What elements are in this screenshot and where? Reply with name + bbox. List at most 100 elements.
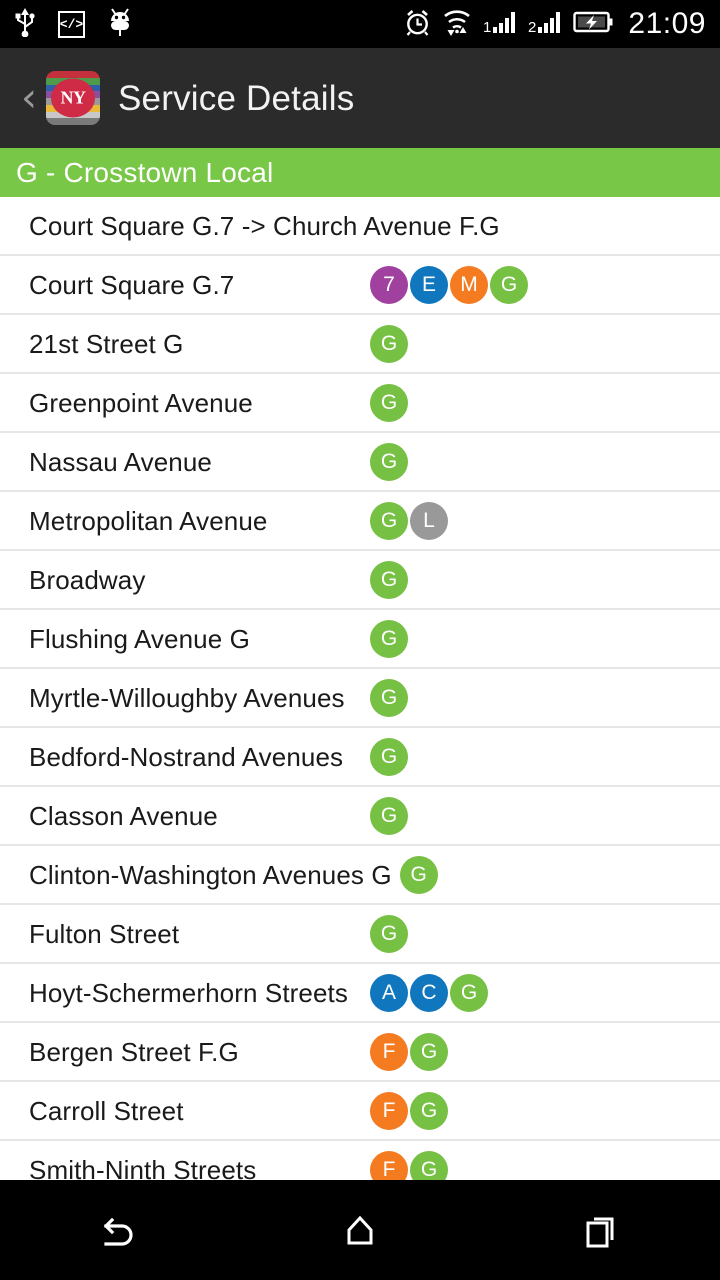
line-bullet-group: G: [370, 914, 408, 953]
line-bullet-g: G: [410, 1091, 448, 1130]
line-bullets: FG: [370, 1023, 448, 1080]
status-bar: </> 1 2 21:09: [0, 0, 720, 48]
line-bullet-e: E: [410, 265, 448, 304]
station-row[interactable]: 21st Street G G: [0, 315, 720, 374]
station-list[interactable]: Court Square G.7 -> Church Avenue F.G Co…: [0, 197, 720, 1200]
route-header: G - Crosstown Local: [0, 148, 720, 197]
station-name: Clinton-Washington Avenues G: [29, 859, 392, 890]
station-name: Smith-Ninth Streets: [29, 1154, 257, 1185]
line-bullet-c: C: [410, 973, 448, 1012]
station-row[interactable]: Carroll Street F G: [0, 1082, 720, 1141]
station-name: Nassau Avenue: [29, 446, 212, 477]
direction-row: Court Square G.7 -> Church Avenue F.G: [0, 197, 720, 256]
line-bullets: G: [399, 846, 438, 903]
app-logo[interactable]: NY: [46, 71, 100, 125]
station-name: Myrtle-Willoughby Avenues: [29, 682, 345, 713]
line-bullet-f: F: [370, 1091, 408, 1130]
station-name: Bergen Street F.G: [29, 1036, 239, 1067]
action-bar: ‹ NY Service Details: [0, 48, 720, 148]
home-icon: [347, 1215, 373, 1245]
line-bullets: 7EMG: [370, 256, 528, 313]
station-name: Bedford-Nostrand Avenues: [29, 741, 344, 772]
usb-icon: [14, 7, 36, 42]
back-arrow-icon: [103, 1217, 133, 1246]
back-nav-button[interactable]: [0, 1206, 240, 1254]
line-bullet-l: L: [410, 501, 448, 540]
station-name: Fulton Street: [29, 918, 180, 949]
developer-glyph: </>: [59, 16, 84, 32]
line-bullet-group: FG: [370, 1091, 448, 1130]
line-bullets: G: [370, 315, 408, 372]
line-bullet-g: G: [370, 619, 408, 658]
line-bullet-7: 7: [370, 265, 408, 304]
station-row[interactable]: Bergen Street F.G F G: [0, 1023, 720, 1082]
developer-mode-icon: </>: [58, 10, 85, 38]
signal-sim1-icon: 1: [483, 8, 517, 41]
line-bullet-g: G: [370, 796, 408, 835]
station-name: Court Square G.7: [29, 269, 235, 300]
line-bullet-g: G: [370, 560, 408, 599]
station-name: Greenpoint Avenue: [29, 387, 253, 418]
line-bullet-group: G: [370, 796, 408, 835]
battery-charging-icon: [573, 10, 613, 39]
line-bullet-group: G: [370, 619, 408, 658]
line-bullets: G: [370, 433, 408, 490]
route-header-title: G - Crosstown Local: [16, 156, 274, 188]
station-row[interactable]: Flushing Avenue G G: [0, 610, 720, 669]
station-row[interactable]: Fulton Street G: [0, 905, 720, 964]
line-bullets: G: [370, 551, 408, 608]
station-name: Broadway: [29, 564, 146, 595]
status-bar-right-icons: 1 2 21:09: [404, 7, 706, 42]
station-rows: Court Square G.7 7 E M G 21st Street G G Greenp…: [0, 256, 720, 1200]
back-chevron-icon[interactable]: ‹: [16, 78, 42, 118]
line-bullets: G: [370, 669, 408, 726]
line-bullet-g: G: [370, 914, 408, 953]
line-bullet-group: G: [370, 324, 408, 363]
line-bullet-g: G: [450, 973, 488, 1012]
home-nav-button[interactable]: [240, 1206, 480, 1254]
line-bullet-g: G: [370, 324, 408, 363]
line-bullet-g: G: [370, 501, 408, 540]
line-bullet-g: G: [370, 442, 408, 481]
line-bullet-group: G: [370, 678, 408, 717]
station-row[interactable]: Myrtle-Willoughby Avenues G: [0, 669, 720, 728]
app-screen: </> 1 2 21:09 ‹ NY Service Details G - C…: [0, 0, 720, 1280]
line-bullet-group: G: [370, 560, 408, 599]
station-row[interactable]: Greenpoint Avenue G: [0, 374, 720, 433]
station-name: Classon Avenue: [29, 800, 218, 831]
android-navigation-bar: [0, 1180, 720, 1280]
line-bullet-group: G: [370, 383, 408, 422]
line-bullet-group: GL: [370, 501, 448, 540]
station-name: Carroll Street: [29, 1095, 184, 1126]
line-bullets: G: [370, 787, 408, 844]
android-debug-icon: [107, 6, 133, 42]
line-bullet-group: G: [370, 442, 408, 481]
svg-text:2: 2: [528, 19, 536, 36]
station-row[interactable]: Hoyt-Schermerhorn Streets A C G: [0, 964, 720, 1023]
station-name: Metropolitan Avenue: [29, 505, 268, 536]
station-row[interactable]: Court Square G.7 7 E M G: [0, 256, 720, 315]
svg-text:1: 1: [483, 19, 491, 36]
wifi-icon: [442, 7, 472, 42]
station-row[interactable]: Broadway G: [0, 551, 720, 610]
status-bar-left-icons: </>: [14, 6, 133, 42]
station-row[interactable]: Bedford-Nostrand Avenues G: [0, 728, 720, 787]
recents-nav-button[interactable]: [480, 1206, 720, 1254]
line-bullet-m: M: [450, 265, 488, 304]
station-name: Flushing Avenue G: [29, 623, 250, 654]
line-bullets: G: [370, 610, 408, 667]
app-logo-disc: NY: [51, 78, 95, 118]
line-bullet-g: G: [370, 737, 408, 776]
station-name: 21st Street G: [29, 328, 184, 359]
station-row[interactable]: Clinton-Washington Avenues GG: [0, 846, 720, 905]
station-row[interactable]: Nassau Avenue G: [0, 433, 720, 492]
station-row[interactable]: Metropolitan Avenue G L: [0, 492, 720, 551]
line-bullet-g: G: [370, 383, 408, 422]
station-row[interactable]: Classon Avenue G: [0, 787, 720, 846]
line-bullet-group: 7EMG: [370, 265, 528, 304]
line-bullet-f: F: [370, 1032, 408, 1071]
line-bullets: G: [370, 374, 408, 431]
app-logo-text: NY: [60, 87, 87, 108]
station-name: Hoyt-Schermerhorn Streets: [29, 977, 348, 1008]
page-title: Service Details: [118, 78, 355, 118]
